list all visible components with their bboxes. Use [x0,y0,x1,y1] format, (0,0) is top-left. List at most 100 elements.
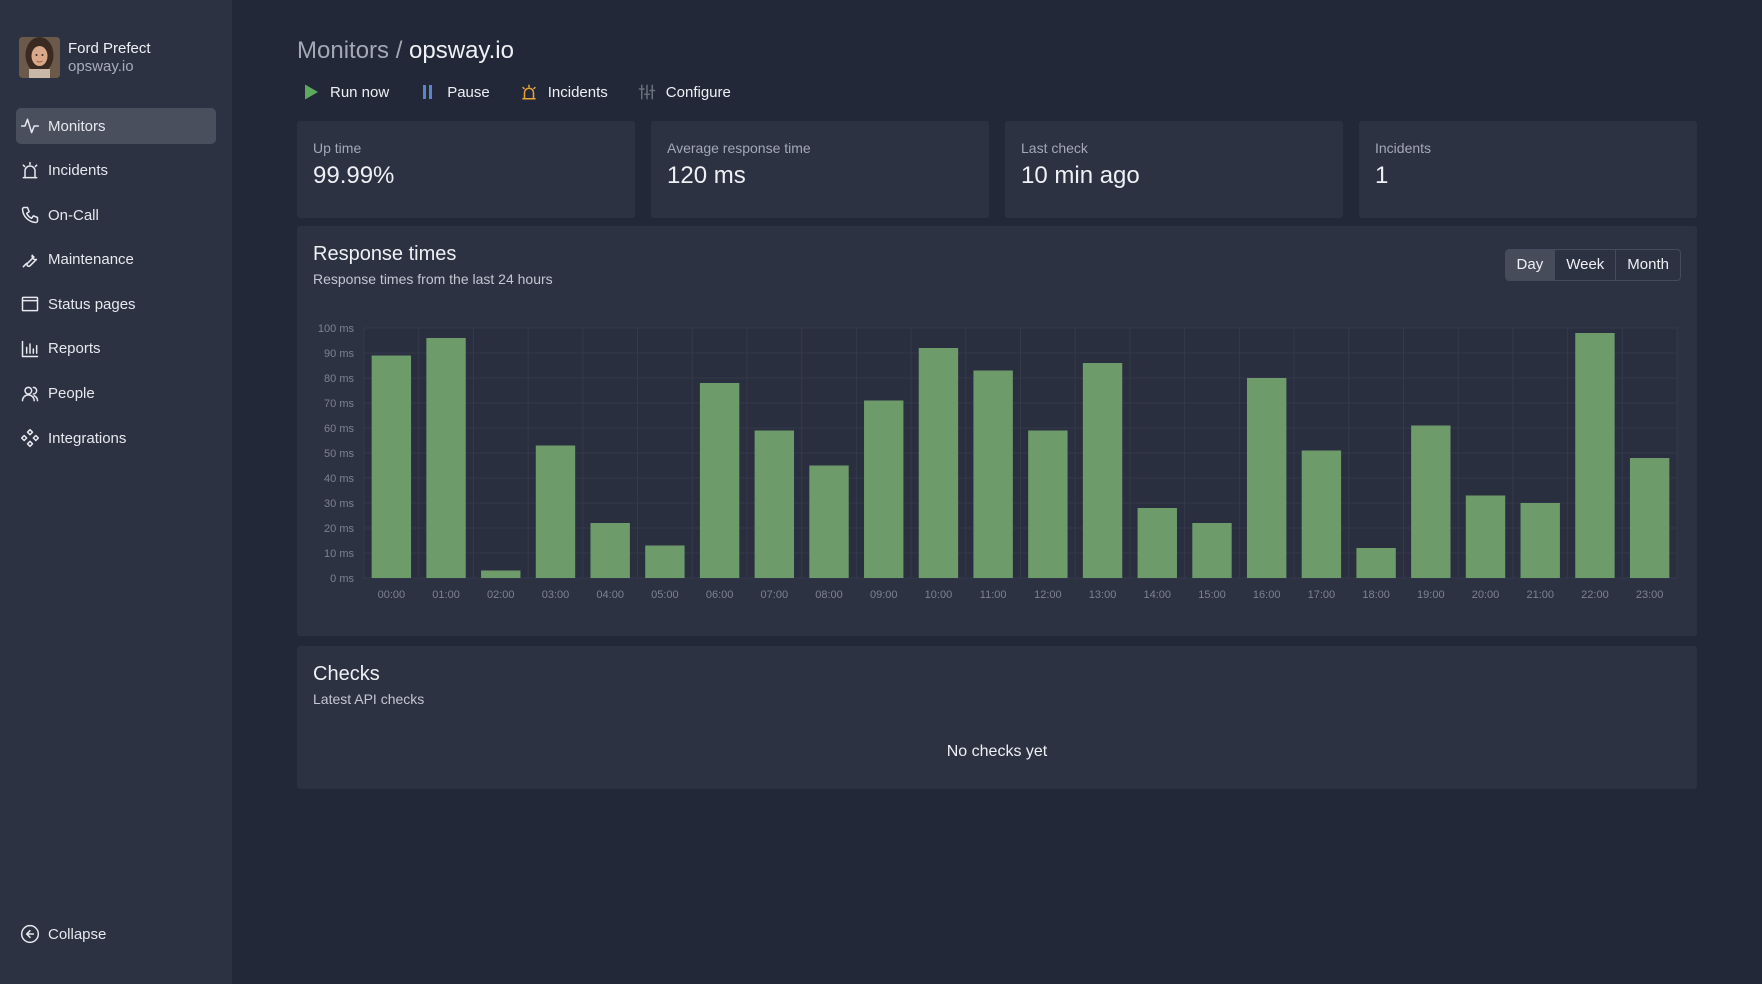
bar-23:00[interactable] [1629,458,1670,578]
bar-15:00[interactable] [1192,523,1232,578]
bar-05:00[interactable] [645,545,685,579]
range-day-button[interactable]: Day [1505,250,1555,280]
x-tick-label: 00:00 [378,589,406,601]
range-selector: Day Week Month [1504,249,1681,281]
arrow-left-circle-icon [20,924,40,944]
sidebar-item-monitors[interactable]: Monitors [16,108,216,144]
run-now-label: Run now [330,83,390,101]
incidents-button[interactable]: Incidents [520,83,608,101]
sliders-icon [638,84,656,100]
pause-label: Pause [447,83,490,101]
sidebar-item-incidents[interactable]: Incidents [16,153,216,189]
y-tick-label: 80 ms [324,373,354,385]
stat-last-check: Last check 10 min ago [1005,121,1343,218]
pause-button[interactable]: Pause [419,83,490,101]
bar-18:00[interactable] [1356,548,1396,578]
range-month-button[interactable]: Month [1615,250,1680,280]
stat-value: 120 ms [667,162,746,189]
bar-09:00[interactable] [864,400,904,579]
x-tick-label: 01:00 [432,589,460,601]
y-tick-label: 100 ms [318,323,355,335]
x-tick-label: 19:00 [1417,589,1445,601]
bar-chart-icon [21,340,39,358]
sidebar-item-people[interactable]: People [16,376,216,412]
collapse-button[interactable]: Collapse [20,924,106,944]
bar-13:00[interactable] [1082,363,1123,578]
range-week-button[interactable]: Week [1554,250,1615,280]
stat-label: Incidents [1375,140,1432,156]
bar-20:00[interactable] [1465,495,1506,579]
phone-icon [21,206,39,224]
bar-00:00[interactable] [371,355,412,579]
x-tick-label: 21:00 [1526,589,1554,601]
bar-19:00[interactable] [1411,425,1451,579]
card-title: Response times [313,243,457,265]
monitor-toolbar: Run now Pause Incidents Configure [302,83,761,101]
x-tick-label: 09:00 [870,589,898,601]
x-tick-label: 03:00 [542,589,570,601]
sidebar-item-reports[interactable]: Reports [16,331,216,367]
x-tick-label: 08:00 [815,589,843,601]
sidebar-item-label: Integrations [48,429,127,447]
sidebar-item-maintenance[interactable]: Maintenance [16,242,216,278]
breadcrumb-separator: / [395,37,403,64]
sidebar-item-status-pages[interactable]: Status pages [16,286,216,322]
x-tick-label: 18:00 [1362,589,1390,601]
x-tick-label: 06:00 [706,589,734,601]
x-tick-label: 13:00 [1089,589,1117,601]
x-tick-label: 11:00 [980,589,1007,601]
avatar [19,37,60,78]
sidebar-item-label: Maintenance [48,251,134,269]
bar-21:00[interactable] [1520,503,1560,578]
y-tick-label: 30 ms [324,498,354,510]
sidebar-item-label: Status pages [48,295,136,313]
bar-06:00[interactable] [699,383,740,578]
stats-row: Up time 99.99% Average response time 120… [297,121,1697,218]
sidebar: Ford Prefect opsway.io Monitors Incident… [0,0,232,984]
stat-label: Last check [1021,140,1088,156]
browser-icon [21,296,39,312]
sidebar-item-integrations[interactable]: Integrations [16,420,216,456]
bar-22:00[interactable] [1575,333,1615,578]
x-tick-label: 17:00 [1308,589,1336,601]
empty-state: No checks yet [946,743,1048,760]
bar-17:00[interactable] [1301,450,1342,579]
bar-02:00[interactable] [481,570,521,579]
run-now-button[interactable]: Run now [302,83,389,101]
bar-04:00[interactable] [590,523,630,578]
response-chart-svg: 0 ms 10 ms 20 ms 30 ms 40 ms 50 ms 60 ms 70 ms 8… [318,323,1678,601]
user-profile[interactable]: Ford Prefect opsway.io [19,37,151,78]
bar-01:00[interactable] [426,338,466,578]
pause-icon [423,85,433,99]
bar-11:00[interactable] [973,370,1013,579]
configure-button[interactable]: Configure [638,83,731,101]
x-tick-label: 10:00 [925,589,953,601]
checks-card: Checks Latest API checks No checks yet [297,646,1697,789]
y-tick-label: 70 ms [324,398,354,410]
sidebar-item-on-call[interactable]: On-Call [16,197,216,233]
collapse-label: Collapse [48,925,107,943]
sidebar-item-label: On-Call [48,206,99,224]
x-tick-label: 14:00 [1144,589,1172,601]
breadcrumb-parent[interactable]: Monitors [297,37,389,64]
bar-10:00[interactable] [918,348,959,578]
sidebar-nav: Monitors Incidents On-Call Maintenance S… [16,108,216,465]
sidebar-item-label: Incidents [48,162,109,180]
x-tick-label: 15:00 [1198,589,1226,601]
bar-08:00[interactable] [809,465,849,579]
bar-14:00[interactable] [1137,508,1177,578]
x-tick-label: 05:00 [651,589,679,601]
integrations-icon [20,429,40,448]
bar-16:00[interactable] [1246,378,1287,578]
incidents-label: Incidents [547,83,608,101]
bar-12:00[interactable] [1028,430,1068,579]
x-tick-label: 12:00 [1034,589,1062,601]
wrench-icon [22,254,38,268]
alarm-icon [522,84,536,100]
bar-07:00[interactable] [754,430,795,579]
configure-label: Configure [665,83,731,101]
response-times-card: Response times Response times from the l… [297,226,1697,636]
stat-value: 1 [1375,162,1389,189]
bar-03:00[interactable] [535,445,576,579]
stat-value: 10 min ago [1021,162,1140,189]
